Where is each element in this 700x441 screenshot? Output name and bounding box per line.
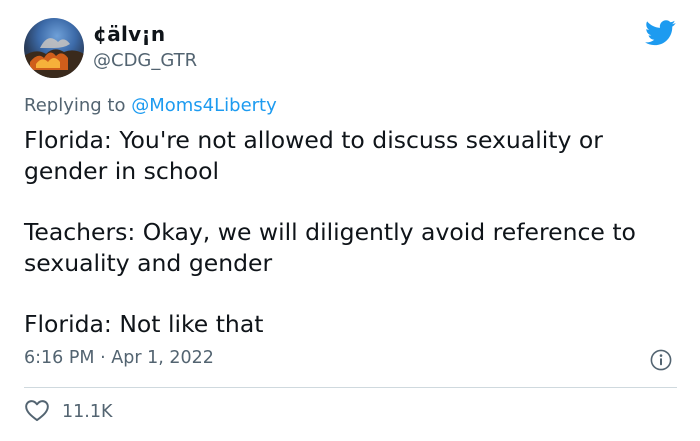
reply-prefix: Replying to (24, 95, 132, 116)
divider (24, 387, 677, 388)
timestamp-separator: · (100, 348, 106, 368)
author-handle[interactable]: @CDG_GTR (93, 50, 197, 71)
avatar[interactable] (24, 18, 84, 78)
reply-context: Replying to @Moms4Liberty (24, 95, 277, 116)
tweet-paragraph: Teachers: Okay, we will diligently avoid… (24, 218, 636, 277)
heart-icon[interactable] (24, 398, 50, 426)
tweet-text: Florida: You're not allowed to discuss s… (24, 125, 674, 340)
tweet-paragraph: Florida: You're not allowed to discuss s… (24, 126, 603, 185)
tweet-timestamp[interactable]: 6:16 PM · Apr 1, 2022 (24, 348, 214, 368)
info-icon[interactable] (650, 349, 672, 371)
reply-mention-link[interactable]: @Moms4Liberty (131, 95, 277, 116)
avatar-image (24, 38, 84, 78)
tweet-paragraph: Florida: Not like that (24, 310, 264, 338)
tweet-card: ¢älv¡n @CDG_GTR Replying to @Moms4Libert… (0, 0, 700, 441)
author-display-name[interactable]: ¢älv¡n (93, 22, 165, 46)
like-action[interactable]: 11.1K (24, 399, 112, 425)
twitter-bird-icon[interactable] (645, 20, 676, 46)
tweet-time: 6:16 PM (24, 348, 95, 368)
like-count: 11.1K (62, 402, 113, 422)
tweet-date: Apr 1, 2022 (111, 348, 214, 368)
